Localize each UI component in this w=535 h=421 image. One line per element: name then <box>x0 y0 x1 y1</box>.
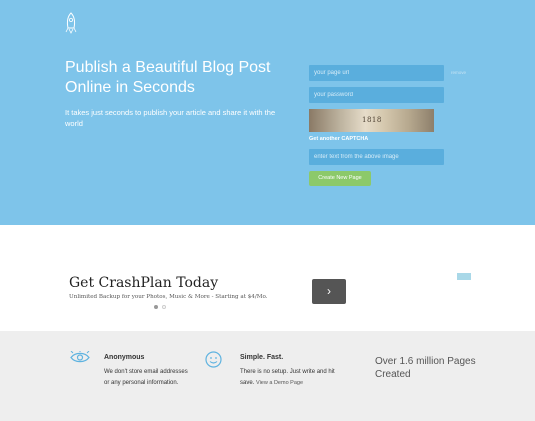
captcha-text: 1818 <box>362 116 382 124</box>
ad-arrow-button[interactable]: › <box>312 279 346 304</box>
feature-text-anonymous: We don't store email addresses or any pe… <box>104 369 188 386</box>
rocket-logo-icon[interactable] <box>64 12 78 34</box>
hero-subtitle: It takes just seconds to publish your ar… <box>65 108 276 128</box>
captcha-input[interactable] <box>309 149 444 165</box>
url-hint: remove <box>451 70 467 75</box>
hero-section: Publish a Beautiful Blog Post Online in … <box>0 0 535 225</box>
ad-choices-icon[interactable] <box>457 273 471 280</box>
view-demo-page-link[interactable]: View a Demo Page <box>256 380 303 386</box>
carousel-dot-active[interactable] <box>154 305 158 309</box>
feature-title-anonymous: Anonymous <box>104 354 145 361</box>
ad-banner[interactable]: Get CrashPlan Today Unlimited Backup for… <box>64 273 471 309</box>
hero-title: Publish a Beautiful Blog Post Online in … <box>65 59 271 96</box>
ad-title[interactable]: Get CrashPlan Today <box>69 275 218 291</box>
captcha-image: 1818 <box>309 109 434 132</box>
carousel-dot[interactable] <box>162 305 166 309</box>
smiley-icon <box>205 351 222 368</box>
eye-icon <box>70 351 90 363</box>
create-new-page-button[interactable]: Create New Page <box>309 171 371 186</box>
page-url-input[interactable] <box>309 65 444 81</box>
password-input[interactable] <box>309 87 444 103</box>
get-another-captcha-link[interactable]: Get another CAPTCHA <box>309 136 368 142</box>
ad-subtitle: Unlimited Backup for your Photos, Music … <box>69 294 268 300</box>
feature-text-simple: There is no setup. Just write and hit sa… <box>240 367 340 389</box>
pages-created-stat: Over 1.6 million Pages Created <box>375 356 476 380</box>
feature-title-simple: Simple. Fast. <box>240 354 284 361</box>
